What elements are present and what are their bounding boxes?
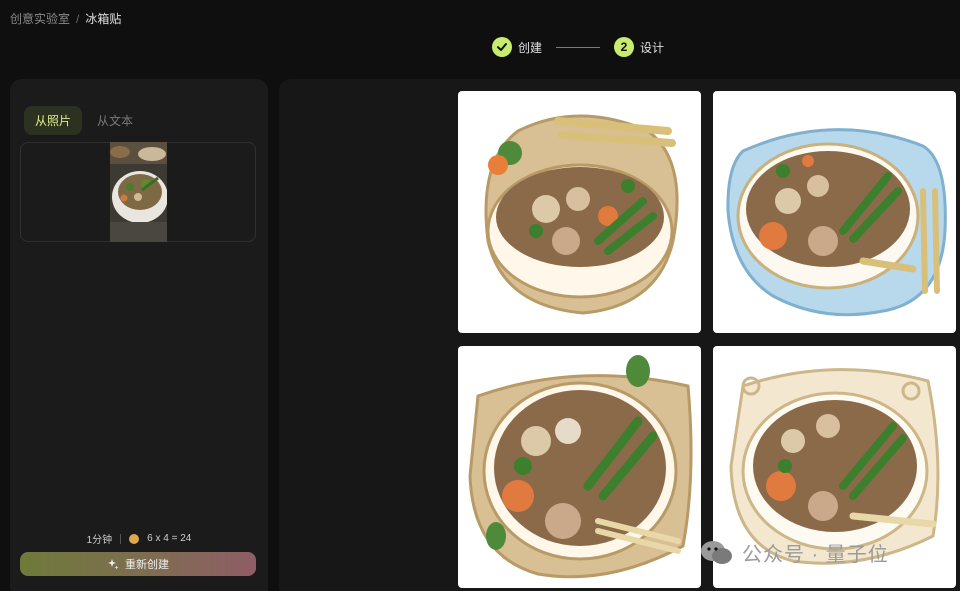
cost-info: 1分钟 6 x 4 = 24 <box>10 531 268 546</box>
result-magnet-1[interactable] <box>458 91 701 333</box>
stepper: 创建 2 设计 <box>492 37 664 57</box>
tab-from-text[interactable]: 从文本 <box>86 106 144 135</box>
credit-cost: 6 x 4 = 24 <box>147 533 192 544</box>
step-number-badge: 2 <box>614 37 635 57</box>
coin-icon <box>129 533 140 544</box>
cost-divider <box>120 533 122 544</box>
step-create-label[interactable]: 创建 <box>518 39 542 56</box>
result-magnet-2[interactable] <box>713 91 956 333</box>
uploaded-photo-thumbnail <box>109 142 167 242</box>
wechat-icon <box>701 540 732 564</box>
watermark: 公众号 · 量子位 <box>700 538 889 567</box>
breadcrumb-parent[interactable]: 创意实验室 <box>10 10 70 27</box>
breadcrumb-current: 冰箱贴 <box>85 12 122 26</box>
uploaded-photo-area[interactable] <box>20 142 256 242</box>
recreate-button-label: 重新创建 <box>125 559 169 571</box>
check-icon <box>492 37 512 57</box>
watermark-text: 公众号 · 量子位 <box>742 544 889 566</box>
breadcrumb-separator: / <box>76 11 80 26</box>
recreate-button[interactable]: 重新创建 <box>20 552 256 576</box>
soup-bowl-magnet-illustration <box>726 128 947 317</box>
soup-bowl-magnet-illustration <box>484 114 679 315</box>
time-estimate: 1分钟 <box>86 535 113 546</box>
sparkle-icon <box>108 559 119 570</box>
result-magnet-3[interactable] <box>458 346 701 588</box>
soup-bowl-magnet-illustration <box>468 355 693 579</box>
tab-from-photo[interactable]: 从照片 <box>24 106 83 135</box>
step-connector <box>556 46 601 48</box>
input-panel: 从照片 从文本 1分钟 6 x 4 = 24 重新创建 <box>10 79 268 591</box>
step-design-label[interactable]: 设计 <box>640 39 664 56</box>
source-tabs: 从照片 从文本 <box>24 106 144 135</box>
breadcrumb: 创意实验室 / 冰箱贴 <box>10 10 121 27</box>
